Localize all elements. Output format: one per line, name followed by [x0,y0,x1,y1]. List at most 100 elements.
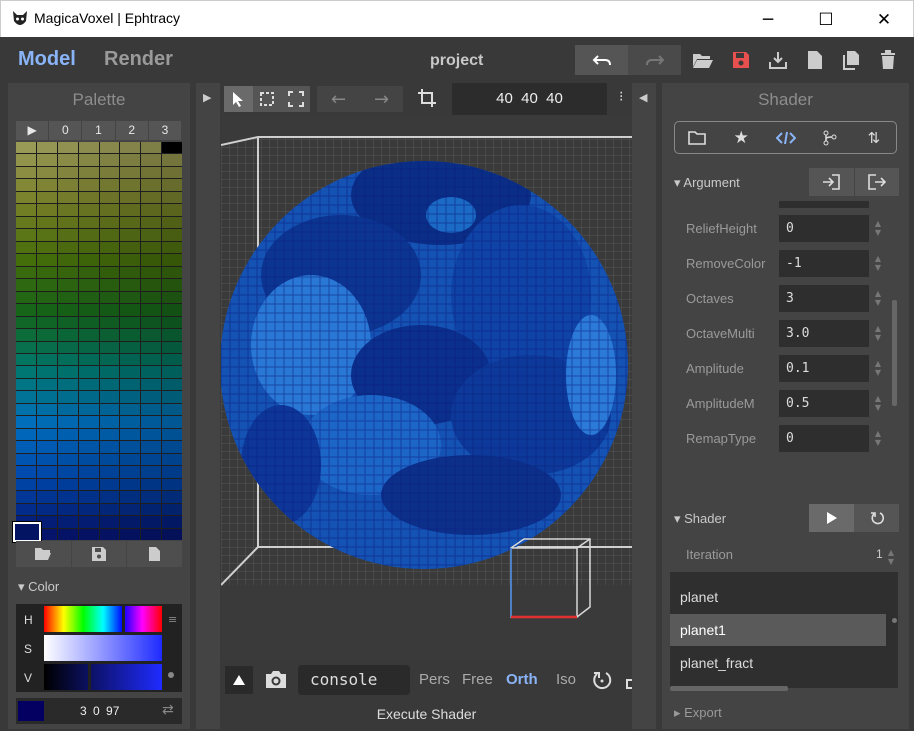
arg-spinner-octaves[interactable]: ▲ ▼ [873,289,883,307]
palette-swatch[interactable] [78,166,99,179]
palette-swatch[interactable] [36,266,57,279]
palette-swatch[interactable] [99,254,120,266]
palette-swatch[interactable] [57,216,78,229]
palette-swatch[interactable] [162,466,182,478]
arg-spinner-reliefheight[interactable]: ▲ ▼ [873,219,883,237]
palette-swatch[interactable] [36,403,57,416]
new-file-button[interactable] [803,47,827,73]
palette-swatch[interactable] [78,229,99,241]
palette-swatch[interactable] [78,528,99,540]
redo-button[interactable] [628,45,681,75]
palette-swatch[interactable] [120,304,141,316]
palette-swatch[interactable] [16,403,36,416]
shader-tab-folder[interactable] [675,122,719,153]
palette-swatch[interactable] [16,366,36,378]
palette-swatch[interactable] [99,241,120,254]
palette-swatch[interactable] [36,166,57,179]
palette-tab-1[interactable]: 1 [82,121,115,140]
palette-swatch[interactable] [57,266,78,279]
palette-swatch[interactable] [141,329,162,341]
palette-swatch[interactable] [162,391,182,403]
palette-swatch[interactable] [162,191,182,204]
palette-swatch[interactable] [162,453,182,466]
palette-swatch[interactable] [120,204,141,216]
palette-swatch[interactable] [99,166,120,179]
palette-swatch[interactable] [36,142,57,154]
palette-swatch[interactable] [16,428,36,441]
palette-swatch[interactable] [16,491,36,503]
palette-swatch[interactable] [36,179,57,191]
pointer-tool-button[interactable] [224,86,253,112]
palette-swatch[interactable] [16,341,36,353]
palette-swatch[interactable] [162,416,182,428]
palette-swatch[interactable] [162,204,182,216]
palette-swatch[interactable] [78,416,99,428]
palette-swatch[interactable] [57,204,78,216]
arg-spinner-remaptype[interactable]: ▲ ▼ [873,429,883,447]
palette-swatch[interactable] [57,378,78,391]
palette-swatch[interactable] [120,428,141,441]
palette-swatch[interactable] [120,279,141,291]
palette-swatch[interactable] [57,142,78,154]
palette-swatch[interactable] [99,216,120,229]
palette-swatch[interactable] [99,466,120,478]
palette-swatch[interactable] [141,142,162,154]
palette-swatch[interactable] [99,154,120,166]
palette-swatch[interactable] [57,229,78,241]
palette-swatch[interactable] [99,478,120,491]
palette-swatch[interactable] [120,478,141,491]
palette-swatch[interactable] [36,491,57,503]
palette-swatch[interactable] [78,254,99,266]
palette-swatch[interactable] [57,154,78,166]
palette-swatch[interactable] [162,229,182,241]
palette-swatch[interactable] [78,478,99,491]
palette-swatch[interactable] [141,279,162,291]
close-button[interactable]: ✕ [855,1,913,38]
palette-swatch[interactable] [99,291,120,304]
palette-swatch[interactable] [162,254,182,266]
palette-swatch[interactable] [16,204,36,216]
palette-swatch[interactable] [120,179,141,191]
import-args-button[interactable] [809,168,855,196]
palette-swatch[interactable] [16,241,36,254]
shader-section-header[interactable]: ▾ Shader [674,511,726,527]
undo-button[interactable] [575,45,628,75]
view-mode-orth[interactable]: Orth [506,671,538,688]
screenshot-button[interactable] [264,669,288,689]
palette-swatch[interactable] [78,154,99,166]
palette-swatch[interactable] [120,316,141,329]
palette-swatch[interactable] [120,329,141,341]
palette-swatch[interactable] [141,503,162,516]
camera-up-button[interactable] [225,666,253,694]
shader-list-scrollbar[interactable] [670,686,788,691]
palette-swatch[interactable] [99,304,120,316]
palette-swatch[interactable] [78,516,99,528]
value-slider[interactable] [44,664,162,690]
palette-swatch[interactable] [78,378,99,391]
palette-swatch[interactable] [16,353,36,366]
palette-swatch[interactable] [99,279,120,291]
swap-icon[interactable]: ⇄ [162,702,174,718]
palette-swatch[interactable] [16,378,36,391]
palette-swatch[interactable] [120,441,141,453]
palette-swatch[interactable] [78,466,99,478]
palette-swatch[interactable] [57,241,78,254]
palette-selected-swatch[interactable] [12,521,42,543]
palette-swatch[interactable] [36,279,57,291]
palette-swatch[interactable] [141,428,162,441]
palette-swatch[interactable] [99,316,120,329]
palette-swatch[interactable] [99,204,120,216]
palette-swatch[interactable] [16,291,36,304]
palette-swatch[interactable] [16,216,36,229]
sort-icon[interactable]: ⇅ [852,122,896,153]
palette-swatch[interactable] [120,403,141,416]
palette-swatch[interactable] [120,453,141,466]
palette-swatch[interactable] [57,478,78,491]
palette-swatch[interactable] [16,166,36,179]
palette-swatch[interactable] [141,516,162,528]
palette-swatch[interactable] [99,142,120,154]
palette-swatch[interactable] [57,416,78,428]
palette-swatch[interactable] [141,241,162,254]
palette-swatch[interactable] [36,216,57,229]
palette-swatch[interactable] [99,266,120,279]
